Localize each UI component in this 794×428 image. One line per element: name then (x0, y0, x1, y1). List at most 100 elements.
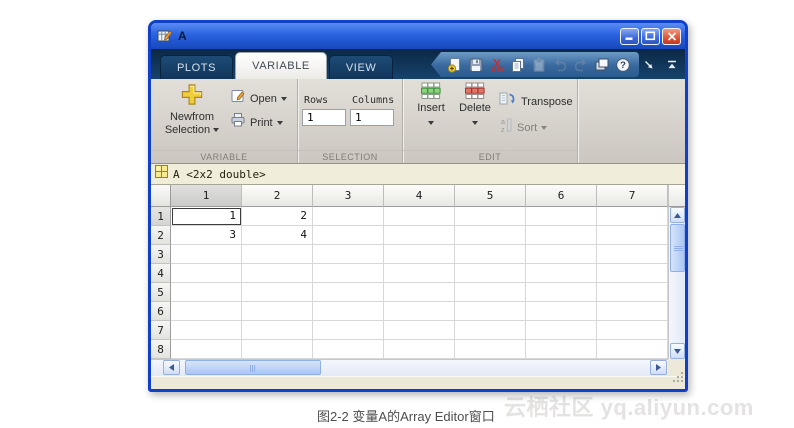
scroll-down-button[interactable] (670, 343, 685, 359)
cut-icon[interactable] (486, 55, 507, 75)
table-cell[interactable] (313, 245, 384, 264)
column-header[interactable]: 1 (171, 185, 242, 207)
table-cell[interactable] (526, 283, 597, 302)
table-cell[interactable] (597, 226, 668, 245)
table-cell[interactable] (597, 207, 668, 226)
table-cell[interactable] (455, 321, 526, 340)
switch-windows-icon[interactable] (591, 55, 612, 75)
minimize-ribbon-icon[interactable] (663, 55, 681, 75)
table-cell[interactable] (597, 302, 668, 321)
column-header[interactable]: 5 (455, 185, 526, 207)
row-header[interactable]: 8 (151, 340, 171, 359)
undock-icon[interactable] (640, 55, 658, 75)
minimize-button[interactable] (620, 27, 639, 45)
table-cell[interactable] (171, 264, 242, 283)
tab-view[interactable]: VIEW (328, 55, 394, 79)
open-button[interactable]: Open (230, 88, 287, 109)
table-cell[interactable] (171, 283, 242, 302)
sort-button[interactable]: az Sort (499, 117, 548, 138)
table-cell[interactable] (171, 340, 242, 359)
table-cell[interactable] (313, 226, 384, 245)
table-cell[interactable] (455, 340, 526, 359)
column-header[interactable]: 6 (526, 185, 597, 207)
table-cell[interactable] (384, 245, 455, 264)
table-cell[interactable] (384, 226, 455, 245)
new-from-selection-button[interactable]: Newfrom Selection (158, 82, 226, 137)
table-cell[interactable] (526, 340, 597, 359)
table-cell[interactable] (171, 321, 242, 340)
vertical-scrollbar[interactable] (668, 207, 685, 359)
table-cell[interactable] (384, 321, 455, 340)
horizontal-scrollbar[interactable] (151, 359, 668, 376)
column-header[interactable]: 7 (597, 185, 668, 207)
table-cell[interactable] (384, 207, 455, 226)
table-cell[interactable] (526, 207, 597, 226)
row-header[interactable]: 5 (151, 283, 171, 302)
scroll-right-button[interactable] (650, 360, 667, 375)
column-header[interactable]: 2 (242, 185, 313, 207)
table-cell[interactable]: 3 (171, 226, 242, 245)
table-cell[interactable]: 4 (242, 226, 313, 245)
table-cell[interactable] (384, 340, 455, 359)
table-cell[interactable] (597, 283, 668, 302)
table-cell[interactable] (242, 340, 313, 359)
tab-plots[interactable]: PLOTS (160, 55, 234, 79)
help-icon[interactable]: ? (612, 55, 633, 75)
tab-variable[interactable]: VARIABLE (235, 52, 327, 79)
table-cell[interactable] (313, 321, 384, 340)
column-header[interactable]: 3 (313, 185, 384, 207)
table-cell[interactable] (384, 283, 455, 302)
transpose-button[interactable]: Transpose (499, 91, 573, 112)
table-cell[interactable] (597, 340, 668, 359)
table-cell[interactable] (384, 302, 455, 321)
table-cell[interactable] (455, 226, 526, 245)
print-button[interactable]: Print (230, 112, 283, 133)
table-cell[interactable] (455, 283, 526, 302)
table-cell[interactable] (526, 226, 597, 245)
table-cell[interactable] (384, 264, 455, 283)
table-cell[interactable] (526, 264, 597, 283)
save-icon[interactable] (465, 55, 486, 75)
resize-grip-icon[interactable] (672, 370, 684, 388)
table-cell[interactable] (597, 245, 668, 264)
maximize-button[interactable] (641, 27, 660, 45)
table-cell[interactable] (526, 302, 597, 321)
table-cell[interactable] (313, 302, 384, 321)
table-cell[interactable] (526, 321, 597, 340)
column-header[interactable]: 4 (384, 185, 455, 207)
row-header[interactable]: 6 (151, 302, 171, 321)
insert-button[interactable]: Insert (409, 82, 453, 128)
row-header[interactable]: 1 (151, 207, 171, 226)
scroll-left-button[interactable] (163, 360, 180, 375)
columns-input[interactable] (350, 109, 394, 126)
row-header[interactable]: 3 (151, 245, 171, 264)
table-cell[interactable] (313, 340, 384, 359)
table-cell[interactable] (313, 264, 384, 283)
table-cell[interactable] (455, 207, 526, 226)
close-button[interactable] (662, 27, 681, 45)
row-header[interactable]: 2 (151, 226, 171, 245)
table-cell[interactable] (242, 264, 313, 283)
copy-icon[interactable] (507, 55, 528, 75)
table-cell[interactable] (455, 302, 526, 321)
table-cell[interactable] (597, 321, 668, 340)
table-cell[interactable] (313, 283, 384, 302)
rows-input[interactable] (302, 109, 346, 126)
table-cell[interactable] (455, 245, 526, 264)
scroll-up-button[interactable] (670, 207, 685, 223)
table-cell[interactable] (313, 207, 384, 226)
table-cell[interactable] (242, 321, 313, 340)
table-cell[interactable] (242, 245, 313, 264)
table-cell[interactable] (171, 302, 242, 321)
table-cell[interactable] (171, 245, 242, 264)
table-cell[interactable] (526, 245, 597, 264)
table-cell[interactable] (455, 264, 526, 283)
table-cell[interactable] (242, 302, 313, 321)
table-cell[interactable]: 1 (171, 207, 242, 226)
new-variable-icon[interactable] (444, 55, 465, 75)
delete-button[interactable]: Delete (453, 82, 497, 128)
table-cell[interactable] (597, 264, 668, 283)
table-cell[interactable] (242, 283, 313, 302)
corner-cell[interactable] (151, 185, 171, 207)
row-header[interactable]: 7 (151, 321, 171, 340)
